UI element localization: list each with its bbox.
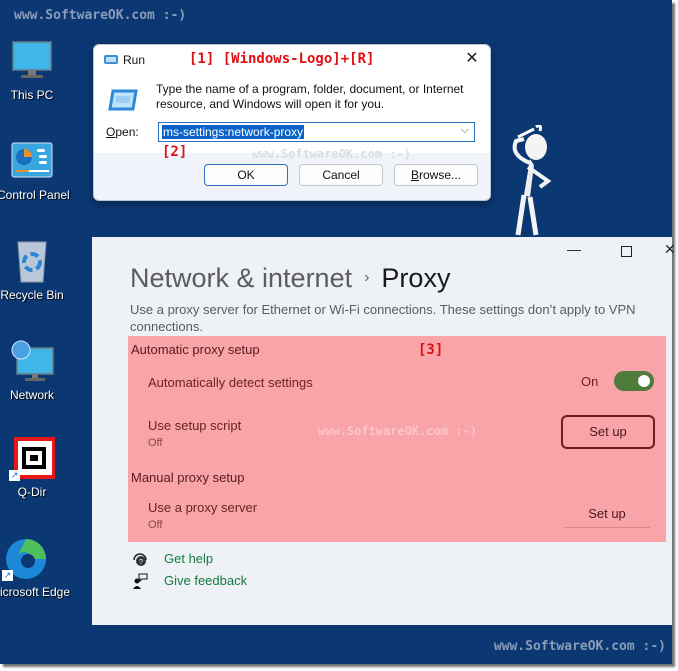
annotation-1: [1] [Windows-Logo]+[R] <box>189 51 375 67</box>
cancel-button[interactable]: Cancel <box>299 164 383 186</box>
give-feedback-link[interactable]: Give feedback <box>164 573 247 588</box>
q-dir-icon: ↗ <box>9 437 56 481</box>
proxy-server-state: Off <box>148 519 163 531</box>
toggle-knob <box>638 375 650 387</box>
desktop-icon-q-dir[interactable]: ↗ Q-Dir <box>0 437 67 499</box>
highlight-region: Automatic proxy setup [3] Automatically … <box>128 336 666 542</box>
desktop-icon-label: Recycle Bin <box>0 288 64 302</box>
desktop-icon-label: Microsoft Edge <box>0 585 71 599</box>
edge-icon: ↗ <box>2 537 48 581</box>
setup-script-label: Use setup script <box>148 418 242 433</box>
network-icon <box>9 340 55 384</box>
manual-proxy-heading: Manual proxy setup <box>131 470 245 485</box>
breadcrumb-parent[interactable]: Network & internet <box>130 263 352 293</box>
open-label-accesskey: O <box>106 125 116 139</box>
maximize-button[interactable] <box>621 246 632 257</box>
give-feedback-icon <box>132 573 148 589</box>
auto-detect-state: On <box>581 374 599 389</box>
desktop: www.SoftwareOK.com :-) www.SoftwareOK.co… <box>0 0 676 664</box>
page-title: Proxy <box>381 263 451 293</box>
watermark-run: www.SoftwareOK.com :-) <box>252 147 411 161</box>
browse-accesskey: B <box>410 168 419 182</box>
svg-text:?: ? <box>139 559 143 566</box>
desktop-icon-label: Network <box>9 388 54 402</box>
setup-script-state: Off <box>148 437 163 449</box>
desktop-icon-label: Q-Dir <box>17 485 47 499</box>
proxy-server-label: Use a proxy server <box>148 500 258 515</box>
automatic-proxy-heading: Automatic proxy setup <box>131 342 260 357</box>
proxy-server-setup-button[interactable]: Set up <box>564 506 650 528</box>
annotation-3: [3] <box>418 342 444 358</box>
minimize-button[interactable]: — <box>567 241 581 257</box>
auto-detect-label: Automatically detect settings <box>148 375 313 390</box>
desktop-icon-network[interactable]: Network <box>0 340 67 402</box>
open-label-text: pen: <box>115 125 139 139</box>
control-panel-icon <box>9 140 55 184</box>
page-description: Use a proxy server for Ethernet or Wi-Fi… <box>130 302 636 334</box>
watermark-top: www.SoftwareOK.com :-) <box>14 8 187 23</box>
recycle-bin-icon <box>9 240 55 284</box>
close-button[interactable]: ✕ <box>664 241 676 258</box>
watermark-bottom: www.SoftwareOK.com :-) <box>493 639 666 654</box>
run-title: Run <box>123 53 146 67</box>
setup-script-button[interactable]: Set up <box>561 415 655 449</box>
watermark-highlight: www.SoftwareOK.com :-) <box>318 424 477 438</box>
annotation-2: [2] <box>162 144 188 160</box>
settings-window: — ✕ Network & internet › Proxy Use a proxy… <box>92 237 676 625</box>
run-dialog: Run [1] [Windows-Logo]+[R] ✕ Type the na… <box>93 44 491 201</box>
breadcrumb: Network & internet › Proxy <box>130 263 450 294</box>
open-input-value[interactable]: ms-settings:network-proxy <box>162 125 305 139</box>
desktop-icon-label: Control Panel <box>0 188 70 202</box>
run-titlebar[interactable]: Run [1] [Windows-Logo]+[R] ✕ <box>94 45 490 75</box>
open-label: Open: <box>106 125 139 139</box>
desktop-icon-microsoft-edge[interactable]: ↗ Microsoft Edge <box>0 537 71 599</box>
auto-detect-toggle[interactable] <box>614 371 654 391</box>
close-icon[interactable]: ✕ <box>462 49 482 69</box>
browse-label: rowse... <box>419 168 462 182</box>
run-app-icon <box>104 55 118 64</box>
run-icon <box>108 89 138 111</box>
run-description: Type the name of a program, folder, docu… <box>156 82 464 111</box>
desktop-icon-this-pc[interactable]: This PC <box>0 40 67 102</box>
chevron-down-icon[interactable]: ⌵ <box>461 124 469 137</box>
chevron-right-icon: › <box>364 269 370 286</box>
get-help-icon: ? <box>132 551 148 567</box>
desktop-icon-label: This PC <box>10 88 54 102</box>
monitor-icon <box>9 40 55 84</box>
browse-button[interactable]: Browse... <box>394 164 478 186</box>
shortcut-arrow-icon: ↗ <box>2 570 13 581</box>
open-input[interactable]: ms-settings:network-proxy ⌵ <box>158 122 475 142</box>
shortcut-arrow-icon: ↗ <box>9 470 20 481</box>
thinking-figure-icon <box>500 124 560 240</box>
desktop-icon-recycle-bin[interactable]: Recycle Bin <box>0 240 67 302</box>
get-help-link[interactable]: Get help <box>164 551 213 566</box>
desktop-icon-control-panel[interactable]: Control Panel <box>0 140 70 202</box>
ok-button[interactable]: OK <box>204 164 288 186</box>
